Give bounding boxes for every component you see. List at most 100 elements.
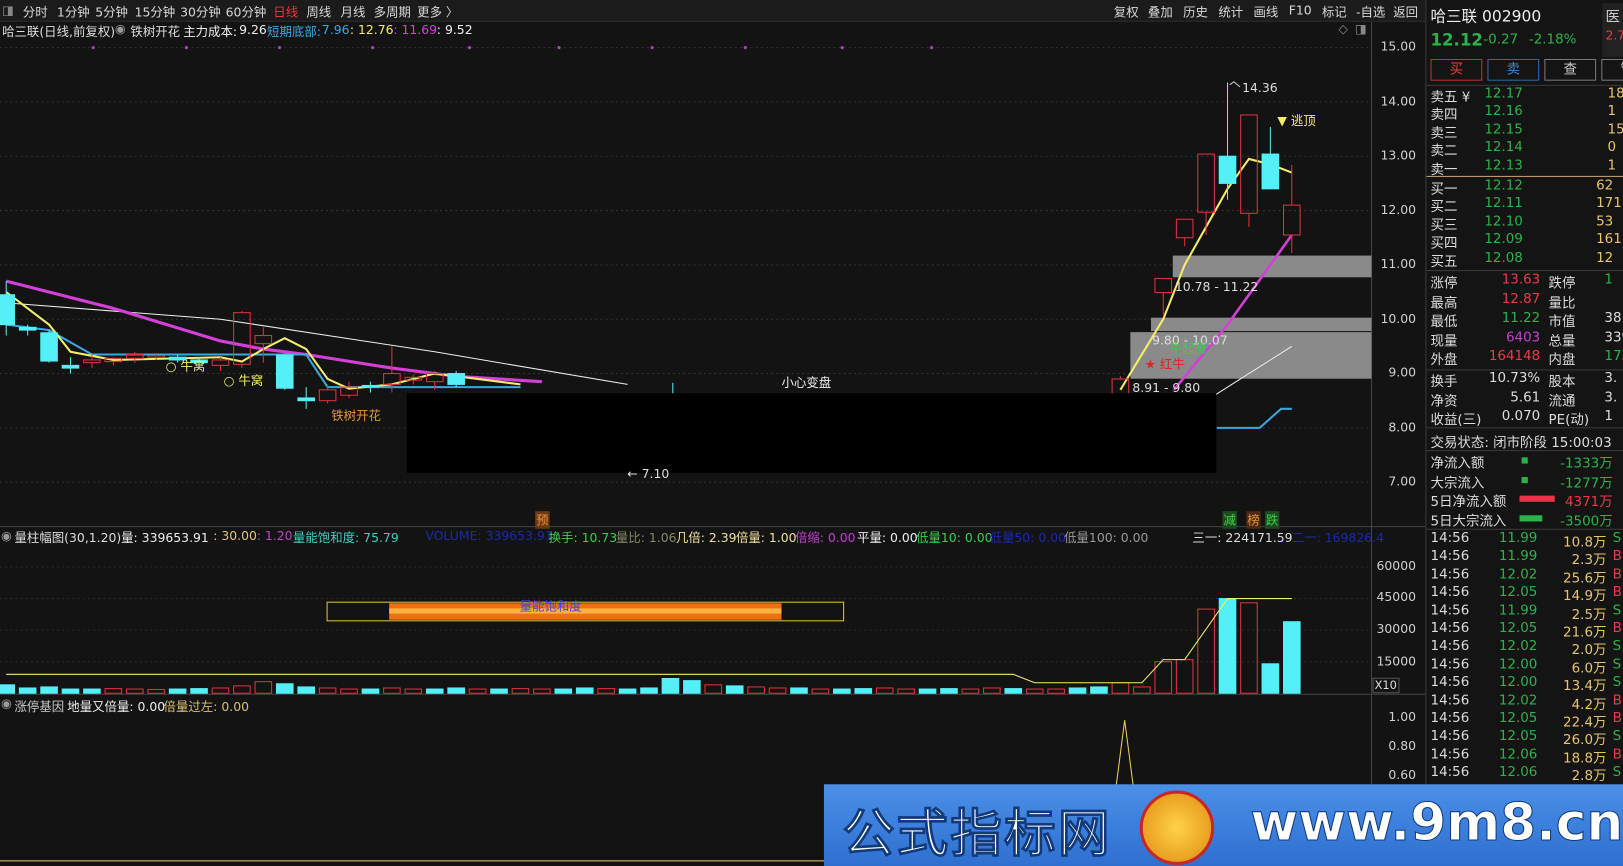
candle-body xyxy=(233,312,251,365)
ask-row[interactable]: 卖二 12.14 0 xyxy=(1426,140,1623,160)
candle-body xyxy=(61,364,80,369)
bid-row[interactable]: 买二 12.11 171 xyxy=(1426,195,1623,216)
panel-toggle-icon[interactable]: ◨ xyxy=(2,3,14,17)
tick-volume: 18.8万 xyxy=(1563,750,1607,767)
tick-price: 12.05 xyxy=(1498,728,1538,745)
indicator-dropdown-icon[interactable]: ◉ xyxy=(1,529,12,543)
signal-dot xyxy=(277,46,282,50)
tick-price: 11.99 xyxy=(1498,602,1538,619)
bid-volume: 12 xyxy=(1596,249,1614,266)
volume-bar xyxy=(1068,687,1087,694)
tab-60min[interactable]: 60分钟 xyxy=(226,3,267,21)
volume-bar xyxy=(983,687,1001,694)
overlay-button[interactable]: 叠加 xyxy=(1148,3,1173,21)
candle-body xyxy=(40,332,58,362)
signal-dot xyxy=(930,46,934,50)
ask-row[interactable]: 卖三 12.15 15 xyxy=(1426,122,1623,142)
stat-value: 5.61 xyxy=(1510,389,1541,406)
indicator-dropdown-icon[interactable]: ◉ xyxy=(115,22,126,36)
mark-button[interactable]: 标记 xyxy=(1322,3,1347,21)
indicator-name[interactable]: 铁树开花 xyxy=(130,23,180,41)
side-tab[interactable]: 医2.7 xyxy=(1602,3,1623,57)
tab-fenshi[interactable]: 分时 xyxy=(23,3,48,21)
candle-body xyxy=(147,355,165,358)
ask-row[interactable]: 卖五 ¥ 12.17 18 xyxy=(1426,86,1623,106)
query-button[interactable]: 查 xyxy=(1544,58,1597,81)
stat-label: 市值 xyxy=(1548,314,1576,331)
volume-value: 量: 339653.91 xyxy=(121,530,209,546)
bid-price: 12.10 xyxy=(1484,213,1523,230)
diamond-icon[interactable]: ◇ xyxy=(1338,22,1348,36)
stats-button[interactable]: 统计 xyxy=(1218,3,1243,21)
saturation-bar-label: 量能饱和度 xyxy=(519,599,582,614)
fund-flow-row: 净流入额 -1333万 xyxy=(1426,452,1623,472)
history-button[interactable]: 历史 xyxy=(1183,3,1208,21)
tab-daily[interactable]: 日线 xyxy=(273,3,298,21)
stat-value: 10.73% xyxy=(1488,370,1541,386)
price-tick: 9.00 xyxy=(1388,365,1417,380)
volume-bar xyxy=(833,688,851,694)
buy-button[interactable]: 买 xyxy=(1430,58,1483,81)
stat-label: 内盘 xyxy=(1548,352,1576,369)
candle-body xyxy=(297,397,315,402)
tick-time: 14:56 xyxy=(1430,710,1470,727)
ask-price: 12.16 xyxy=(1484,103,1523,120)
ask-row[interactable]: 卖一 12.13 1 xyxy=(1426,158,1623,178)
bull-nest-signal: ○ 牛窝 xyxy=(223,373,264,389)
price-tick: 14.00 xyxy=(1380,94,1417,109)
stat-row: 换手 10.73% 股本 3. xyxy=(1426,370,1623,390)
stat-value: 13.63 xyxy=(1501,272,1541,288)
x10-scale-button[interactable]: X10 xyxy=(1372,677,1399,694)
tick-row: 14:56 11.99 2.3万 B xyxy=(1426,549,1623,569)
signal-dot xyxy=(650,46,654,50)
sell-button[interactable]: 卖 xyxy=(1487,58,1540,81)
gene-indicator-name[interactable]: 涨停基因 xyxy=(14,697,64,715)
expand-icon[interactable]: ◨ xyxy=(1355,22,1367,36)
bid-row[interactable]: 买四 12.09 161 xyxy=(1426,232,1623,252)
price-zone xyxy=(1172,255,1372,278)
ask-level: 卖四 xyxy=(1430,108,1458,124)
volume-bar xyxy=(233,685,251,694)
back-button[interactable]: 返回 xyxy=(1393,3,1418,21)
tick-price: 12.05 xyxy=(1498,620,1538,637)
volume-tick: 15000 xyxy=(1376,653,1417,669)
f10-button[interactable]: F10 xyxy=(1289,3,1312,17)
tick-row: 14:56 12.05 21.6万 B xyxy=(1426,620,1623,641)
bid-row[interactable]: 买三 12.10 53 xyxy=(1426,213,1623,234)
tick-side: S xyxy=(1612,674,1622,691)
volume-ratio-value: 量比: 1.06 xyxy=(615,530,677,546)
bid-row[interactable]: 买五 12.08 12 xyxy=(1426,249,1623,270)
main-indicator-line: 哈三联(日线,前复权) ◉ 铁树开花 主力成本: 9.26 短期底部: 7.96… xyxy=(0,21,1372,40)
volume-bar xyxy=(318,687,337,694)
tick-row: 14:56 11.99 10.8万 S xyxy=(1426,531,1623,551)
tick-row: 14:56 12.02 4.2万 B xyxy=(1426,693,1623,713)
tab-1min[interactable]: 1分钟 xyxy=(57,3,90,21)
tab-monthly[interactable]: 月线 xyxy=(341,3,366,21)
indicator-dropdown-icon[interactable]: ◉ xyxy=(1,696,12,710)
candle-body xyxy=(0,294,16,326)
stat-value: 175 xyxy=(1604,348,1623,365)
bid-volume: 171 xyxy=(1596,195,1622,212)
fuquan-button[interactable]: 复权 xyxy=(1114,3,1139,21)
volume-bar xyxy=(1175,659,1194,694)
remove-watchlist-button[interactable]: -自选 xyxy=(1356,3,1385,21)
bid-level: 买四 xyxy=(1430,236,1458,252)
tab-weekly[interactable]: 周线 xyxy=(306,3,331,21)
tab-30min[interactable]: 30分钟 xyxy=(180,3,221,21)
tab-multi-period[interactable]: 多周期 xyxy=(374,3,411,21)
bid-price: 12.08 xyxy=(1484,249,1523,266)
volume-bar xyxy=(83,688,101,694)
manage-button[interactable]: 管 xyxy=(1601,58,1623,81)
tick-price: 12.05 xyxy=(1498,584,1538,601)
volume-indicator-name[interactable]: 量柱幅图(30,1.20) xyxy=(14,529,121,547)
bid-row[interactable]: 买一 12.12 62 xyxy=(1426,178,1623,198)
tab-15min[interactable]: 15分钟 xyxy=(135,3,176,21)
tab-5min[interactable]: 5分钟 xyxy=(95,3,128,21)
trading-status: 交易状态: 闭市阶段 15:00:03 xyxy=(1430,435,1612,452)
tab-more[interactable]: 更多 〉 xyxy=(417,3,458,21)
watermark-text: 公式指标网 xyxy=(842,803,1112,864)
ask-row[interactable]: 卖四 12.16 1 xyxy=(1426,103,1623,124)
stat-value: 6403 xyxy=(1505,329,1541,346)
volume-bar xyxy=(190,688,208,694)
draw-button[interactable]: 画线 xyxy=(1254,3,1279,21)
